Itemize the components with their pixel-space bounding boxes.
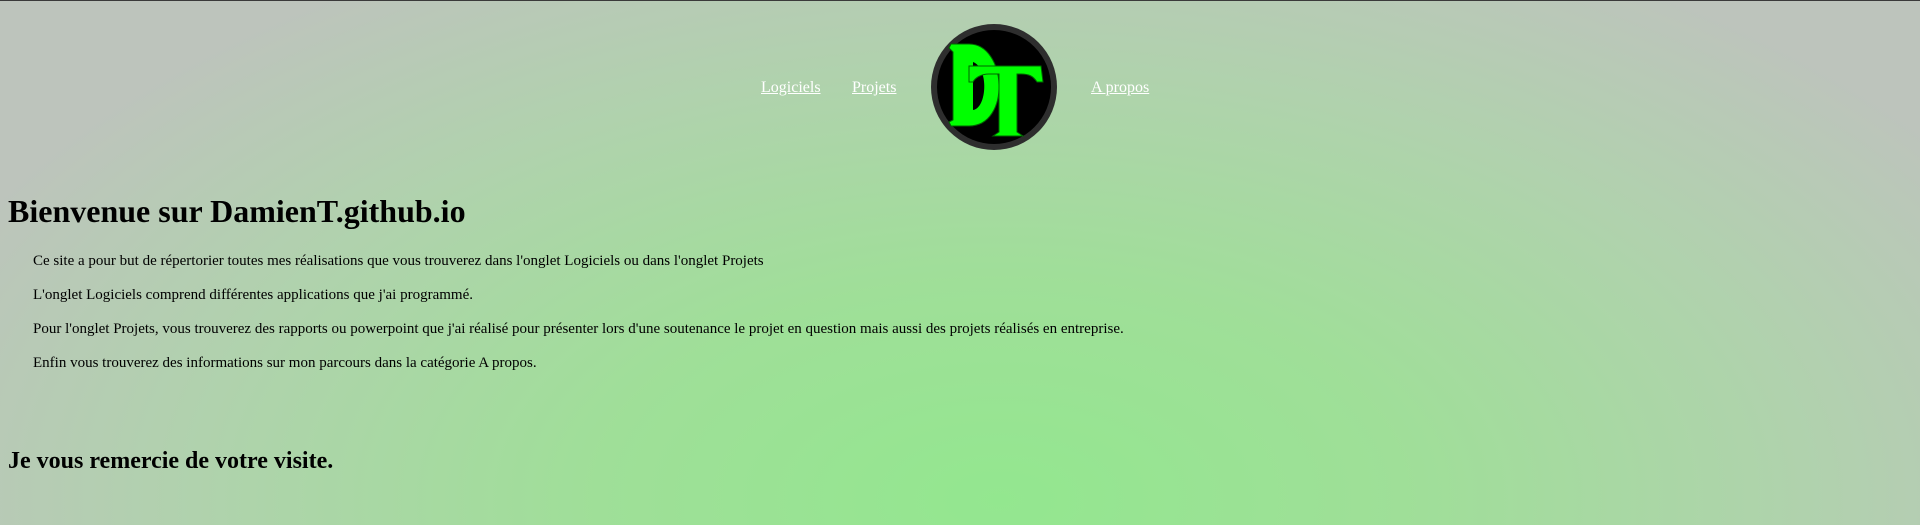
intro-paragraph: L'onglet Logiciels comprend différentes … bbox=[33, 287, 473, 303]
page-title: Bienvenue sur DamienT.github.io bbox=[8, 193, 466, 229]
nav-link-logiciels[interactable]: Logiciels bbox=[761, 79, 821, 97]
nav-link-projets[interactable]: Projets bbox=[852, 79, 896, 97]
dt-logo-icon[interactable] bbox=[929, 22, 1059, 152]
closing-message: Je vous remercie de votre visite. bbox=[8, 448, 334, 474]
intro-paragraph: Enfin vous trouverez des informations su… bbox=[33, 355, 537, 371]
top-navigation: Logiciels Projets A propos bbox=[0, 1, 1920, 161]
nav-link-a-propos[interactable]: A propos bbox=[1091, 79, 1149, 97]
intro-paragraph: Ce site a pour but de répertorier toutes… bbox=[33, 253, 764, 269]
intro-paragraph: Pour l'onglet Projets, vous trouverez de… bbox=[33, 321, 1124, 337]
